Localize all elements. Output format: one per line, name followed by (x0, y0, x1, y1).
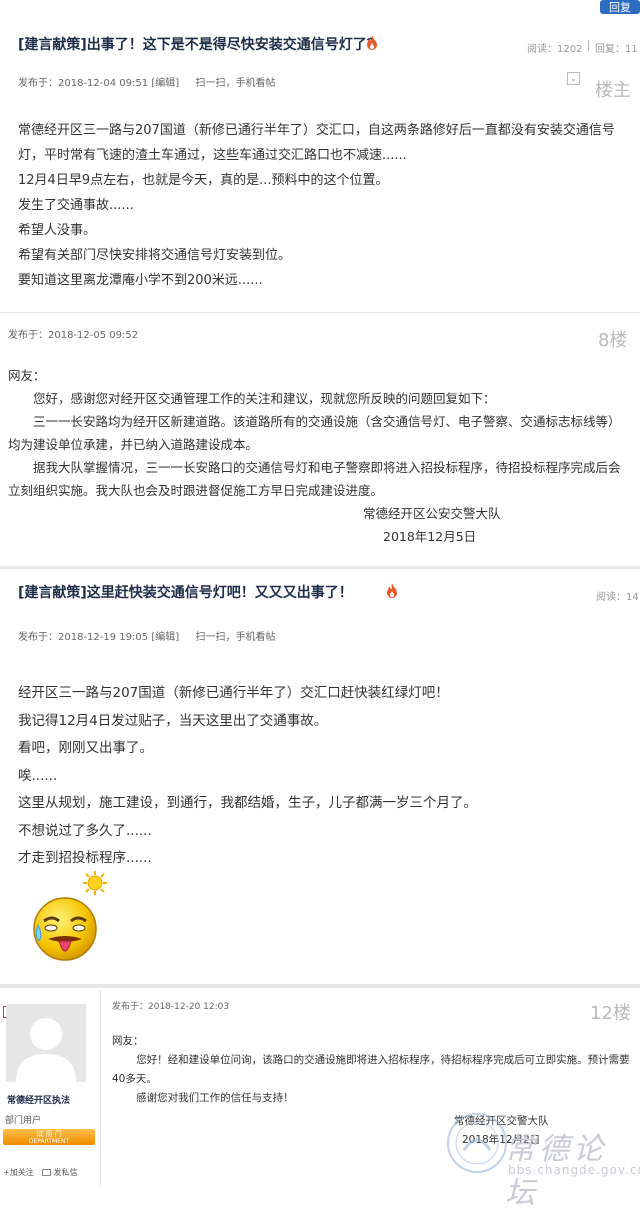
hot-flame-icon (366, 35, 378, 54)
post-divider (0, 312, 640, 313)
reply-body: 网友： 您好！经和建设单位问询，该路口的交通设施即将进入招标程序，待招标程序完成… (112, 1032, 632, 1108)
post-meta: 发布于：2018-12-04 09:51 [编辑] 扫一扫，手机看帖 (18, 74, 276, 89)
watermark-url: bbs.changde.gov.cn (508, 1163, 640, 1177)
reply-paragraph: 您好，感谢您对经开区交通管理工作的关注和建议，现就您所反映的问题回复如下： (33, 391, 496, 406)
divider-bar: | (587, 40, 591, 51)
read-count: 阅读：14 (596, 592, 639, 603)
collapse-toggle-icon[interactable]: ⌄ (567, 72, 580, 85)
badge-sub: DEPARTMENT (28, 1138, 70, 1145)
department-badge: 试 用 门 DEPARTMENT (3, 1129, 95, 1145)
reply-signature: 常德经开区公安交警大队 (363, 506, 501, 521)
post-line: 经开区三一路与207国道（新修已通行半年了）交汇口赶快装红绿灯吧！ (18, 685, 449, 701)
post-body: 经开区三一路与207国道（新修已通行半年了）交汇口赶快装红绿灯吧！ 我记得12月… (18, 680, 628, 873)
floor-label: 8楼 (598, 330, 628, 351)
reply-button[interactable]: 回复 (600, 0, 640, 14)
post-line: 希望人没事。 (18, 223, 97, 238)
reply-greeting: 网友： (8, 368, 46, 383)
follow-link[interactable]: +加关注 (3, 1167, 34, 1178)
site-logo-icon (446, 1112, 508, 1178)
post-title[interactable]: [建言献策]这里赶快装交通信号灯吧！又又又出事了！ (18, 582, 378, 602)
post-time: 发布于：2018-12-04 09:51 (18, 78, 149, 89)
post-line: 常德经开区三一路与207国道（新修已通行半年了）交汇口，自这两条路修好后一直都没… (18, 123, 615, 163)
mail-icon (42, 1169, 51, 1176)
post-meta: 发布于：2018-12-19 19:05 [编辑] 扫一扫，手机看帖 (18, 628, 276, 643)
post-line: 看吧，刚刚又出事了。 (18, 740, 153, 756)
post-line: 不想说过了多久了...... (18, 822, 152, 839)
post-line: 希望有关部门尽快安排将交通信号灯安装到位。 (18, 248, 292, 263)
post-line: 12月4日早9点左右，也就是今天，真的是...预料中的这个位置。 (18, 173, 389, 188)
message-link[interactable]: 发私信 (42, 1167, 78, 1178)
post-body: 常德经开区三一路与207国道（新修已通行半年了）交汇口，自这两条路修好后一直都没… (18, 118, 628, 293)
reply-greeting: 网友： (112, 1035, 144, 1047)
user-name[interactable]: 常德经开区执法 (7, 1093, 70, 1106)
reply-paragraph: 您好！经和建设单位问询，该路口的交通设施即将进入招标程序，待招标程序完成后可立即… (112, 1054, 630, 1085)
post-line: 唉...... (18, 767, 58, 784)
post-line: 发生了交通事故...... (18, 198, 134, 213)
mobile-scan-link[interactable]: 扫一扫，手机看帖 (196, 632, 276, 643)
post-line: 要知道这里离龙潭庵小学不到200米远...... (18, 273, 263, 288)
edit-link[interactable]: [编辑] (151, 78, 179, 89)
message-link-label: 发私信 (53, 1168, 78, 1177)
reply-button-label: 回复 (609, 1, 631, 14)
post-line: 这里从规划，施工建设，到通行，我都结婚，生子，儿子都满一岁三个月了。 (18, 795, 477, 811)
reply-time: 发布于：2018-12-20 12:03 (112, 1002, 230, 1012)
read-count: 阅读：1202 (527, 44, 583, 55)
reply-paragraph: 感谢您对我们工作的信任与支持！ (136, 1092, 294, 1104)
post-time: 发布于：2018-12-19 19:05 (18, 632, 149, 643)
reply-paragraph: 三一一长安路均为经开区新建道路。该道路所有的交通设施（含交通信号灯、电子警察、交… (8, 414, 621, 452)
mobile-scan-link[interactable]: 扫一扫，手机看帖 (196, 78, 276, 89)
reply-time: 发布于：2018-12-05 09:52 (8, 330, 139, 341)
hot-face-emoji-icon (30, 895, 100, 971)
post-divider (0, 566, 640, 569)
post-line: 我记得12月4日发过贴子，当天这里出了交通事故。 (18, 712, 328, 729)
reply-count: 回复：11 (595, 44, 638, 55)
post-line: 才走到招投标程序...... (18, 850, 152, 866)
post-divider (0, 984, 640, 988)
avatar[interactable] (6, 1004, 86, 1082)
floor-label: 楼主 (595, 80, 631, 101)
user-sidebar: 认 常德经开区执法 部门用户 试 用 门 DEPARTMENT +加关注 发私信 (0, 990, 101, 1186)
reply-body: 网友： 您好，感谢您对经开区交通管理工作的关注和建议，现就您所反映的问题回复如下… (8, 364, 626, 548)
user-group: 部门用户 (5, 1116, 42, 1126)
edit-link[interactable]: [编辑] (151, 632, 179, 643)
reply-date: 2018年12月5日 (383, 529, 477, 544)
reply-paragraph: 据我大队掌握情况，三一一长安路口的交通信号灯和电子警察即将进入招投标程序，待招投… (8, 460, 621, 498)
floor-label: 12楼 (590, 1003, 631, 1024)
post-title[interactable]: [建言献策]出事了！这下是不是得尽快安装交通信号灯了？ (18, 34, 381, 54)
badge-label: 试 用 门 (36, 1130, 62, 1138)
hot-flame-icon (386, 583, 398, 602)
